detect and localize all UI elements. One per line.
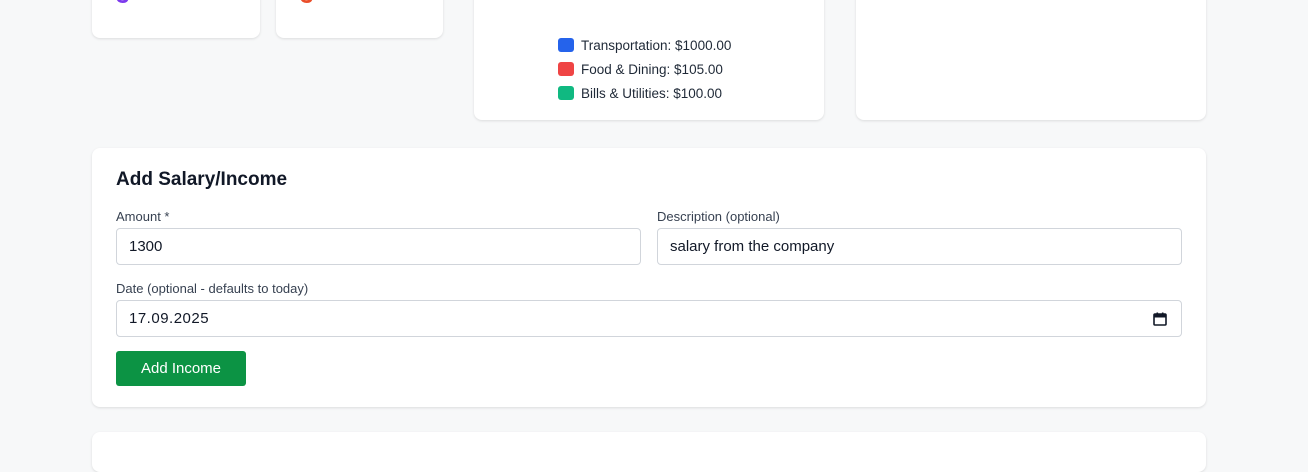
stat-card-1: 3 [92,0,260,38]
date-label: Date (optional - defaults to today) [116,281,309,296]
stat-card-2: 3 [276,0,443,38]
legend-swatch [558,86,574,100]
chart-legend: Transportation: $1000.00 Food & Dining: … [558,33,731,105]
form-title: Add Salary/Income [116,169,288,190]
description-value: salary from the company [670,238,835,255]
legend-swatch [558,38,574,52]
stat-value: 3 [300,0,313,10]
description-input[interactable]: salary from the company [657,228,1182,265]
next-section-card [92,432,1206,472]
category-chart-card: Transportation: $1000.00 Food & Dining: … [474,0,824,120]
amount-input[interactable]: 1300 [116,228,641,265]
secondary-chart-card [856,0,1206,120]
amount-label: Amount * [116,209,170,224]
add-income-button[interactable]: Add Income [116,351,246,386]
legend-label: Transportation: $1000.00 [581,37,732,53]
add-income-form: Add Salary/Income Amount * 1300 Descript… [92,148,1206,407]
date-input[interactable]: 17.09.2025 [116,300,1182,337]
legend-item-transportation: Transportation: $1000.00 [558,33,731,57]
calendar-icon[interactable] [1153,312,1167,326]
legend-item-bills: Bills & Utilities: $100.00 [558,81,731,105]
stat-value: 3 [116,0,129,10]
date-value: 17.09.2025 [129,310,210,327]
legend-label: Bills & Utilities: $100.00 [581,85,723,101]
legend-label: Food & Dining: $105.00 [581,61,723,77]
amount-value: 1300 [129,238,163,255]
legend-swatch [558,62,574,76]
legend-item-food: Food & Dining: $105.00 [558,57,731,81]
description-label: Description (optional) [657,209,780,224]
